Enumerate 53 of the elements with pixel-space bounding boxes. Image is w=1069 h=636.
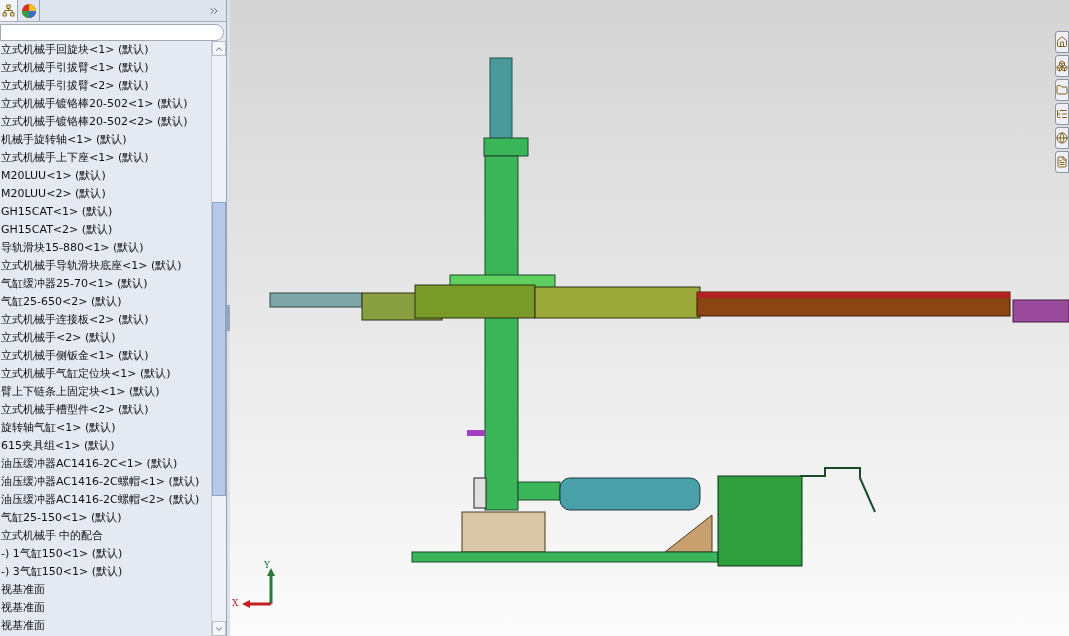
list-icon [1056,108,1068,120]
globe-icon [1056,132,1068,144]
tree-item[interactable]: GH15CAT<2> (默认) [0,221,211,239]
tree-item[interactable]: 立式机械手上下座<1> (默认) [0,149,211,167]
tree-item[interactable]: 油压缓冲器AC1416-2C<1> (默认) [0,455,211,473]
tree-item[interactable]: 立式机械手槽型件<2> (默认) [0,401,211,419]
tree-item[interactable]: 视基准面 [0,581,211,599]
tree-item[interactable]: -) 3气缸150<1> (默认) [0,563,211,581]
tree-item[interactable]: 立式机械手镀铬棒20-502<1> (默认) [0,95,211,113]
splitter-handle[interactable] [227,305,230,331]
tree-item[interactable]: 视基准面 [0,599,211,617]
tree-item[interactable]: 视基准面 [0,617,211,635]
color-wheel-icon [20,2,37,19]
y-axis-label: Y [264,560,270,570]
tree-icon [2,4,15,17]
toolbar-button[interactable] [1055,79,1069,101]
tree-tab[interactable] [0,0,18,21]
toolbar-button[interactable] [1055,151,1069,173]
tree-item[interactable]: 立式机械手导轨滑块底座<1> (默认) [0,257,211,275]
tree-item[interactable]: 气缸缓冲器25-70<1> (默认) [0,275,211,293]
tree-item[interactable]: 立式机械手引拔臂<2> (默认) [0,77,211,95]
tree-item[interactable]: 立式机械手回旋块<1> (默认) [0,41,211,59]
folder-icon [1056,84,1068,96]
tree-item[interactable]: GH15CAT<1> (默认) [0,203,211,221]
tree-item[interactable]: 立式机械手侧钣金<1> (默认) [0,347,211,365]
tree-item[interactable]: 旋转轴气缸<1> (默认) [0,419,211,437]
scrollbar[interactable] [211,41,226,636]
tree-item[interactable]: 气缸25-150<1> (默认) [0,509,211,527]
cubes-icon [1056,60,1068,72]
toolbar-button[interactable] [1055,127,1069,149]
tree-item[interactable]: -) 1气缸150<1> (默认) [0,545,211,563]
tree-item[interactable]: M20LUU<2> (默认) [0,185,211,203]
tree-item[interactable]: 油压缓冲器AC1416-2C螺帽<2> (默认) [0,491,211,509]
tree-item[interactable]: 立式机械手连接板<2> (默认) [0,311,211,329]
tree-item[interactable]: 立式机械手镀铬棒20-502<2> (默认) [0,113,211,131]
tree-item[interactable]: 气缸25-650<2> (默认) [0,293,211,311]
tree-item[interactable]: 立式机械手 中的配合 [0,527,211,545]
document-icon [1056,156,1068,168]
tree-item[interactable]: M20LUU<1> (默认) [0,167,211,185]
x-axis-label: X [232,598,239,608]
tree-item[interactable]: 立式机械手引拔臂<1> (默认) [0,59,211,77]
tree-item[interactable]: 立式机械手<2> (默认) [0,329,211,347]
tree-item[interactable]: 导轨滑块15-880<1> (默认) [0,239,211,257]
tree-item[interactable]: 615夹具组<1> (默认) [0,437,211,455]
home-icon [1056,36,1068,48]
tree-item[interactable]: 机械手旋转轴<1> (默认) [0,131,211,149]
toolbar-button[interactable] [1055,103,1069,125]
tree-item[interactable]: 立式机械手气缸定位块<1> (默认) [0,365,211,383]
tree-item[interactable]: 臂上下链条上固定块<1> (默认) [0,383,211,401]
home-button[interactable] [1055,31,1069,53]
toolbar-button[interactable] [1055,55,1069,77]
tree-item[interactable]: 油压缓冲器AC1416-2C螺帽<1> (默认) [0,473,211,491]
filter-field[interactable] [0,23,224,41]
